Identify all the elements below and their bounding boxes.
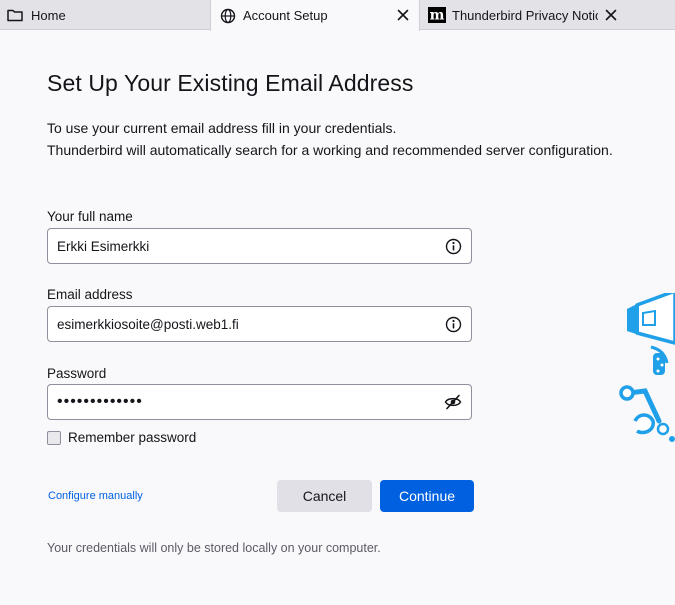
remember-password-checkbox[interactable] xyxy=(47,430,61,445)
intro-line-2: Thunderbird will automatically search fo… xyxy=(47,142,613,158)
info-icon[interactable] xyxy=(444,237,462,255)
thunderbird-window: Home Account Setup m Thunderbird Privacy… xyxy=(0,0,675,605)
intro-text: To use your current email address fill i… xyxy=(47,117,613,161)
fullname-field-container xyxy=(47,228,472,264)
password-input[interactable] xyxy=(48,385,428,419)
svg-text:m: m xyxy=(430,8,445,24)
tab-account-setup-label: Account Setup xyxy=(243,8,328,23)
remember-password-label: Remember password xyxy=(68,430,197,445)
globe-icon xyxy=(219,7,237,25)
close-icon[interactable] xyxy=(395,7,411,23)
tab-privacy-notice-label: Thunderbird Privacy Notice xyxy=(452,7,598,23)
page-title: Set Up Your Existing Email Address xyxy=(47,70,414,96)
mozilla-m-icon: m xyxy=(428,6,446,24)
close-icon[interactable] xyxy=(603,7,619,23)
email-input[interactable] xyxy=(48,307,428,341)
password-label: Password xyxy=(47,366,107,381)
fullname-label: Your full name xyxy=(47,209,133,224)
info-icon[interactable] xyxy=(444,315,462,333)
tab-home[interactable]: Home xyxy=(0,0,210,30)
email-field-container xyxy=(47,306,472,342)
password-field-container xyxy=(47,384,472,420)
continue-button[interactable]: Continue xyxy=(380,480,474,512)
credentials-footnote: Your credentials will only be stored loc… xyxy=(47,541,381,555)
folder-icon xyxy=(6,6,24,24)
fullname-input[interactable] xyxy=(48,229,428,263)
tab-privacy-notice[interactable]: m Thunderbird Privacy Notice xyxy=(421,0,631,30)
email-label: Email address xyxy=(47,287,133,302)
tab-account-setup[interactable]: Account Setup xyxy=(210,0,420,31)
tab-bar: Home Account Setup m Thunderbird Privacy… xyxy=(0,0,675,31)
cancel-button[interactable]: Cancel xyxy=(277,480,372,512)
account-setup-page: Set Up Your Existing Email Address To us… xyxy=(0,31,675,605)
remember-password-row[interactable]: Remember password xyxy=(47,430,196,445)
tab-home-label: Home xyxy=(31,7,66,23)
megaphone-illustration xyxy=(615,289,675,443)
eye-slash-icon[interactable] xyxy=(444,393,462,411)
intro-line-1: To use your current email address fill i… xyxy=(47,120,397,136)
configure-manually-link[interactable]: Configure manually xyxy=(48,490,143,502)
